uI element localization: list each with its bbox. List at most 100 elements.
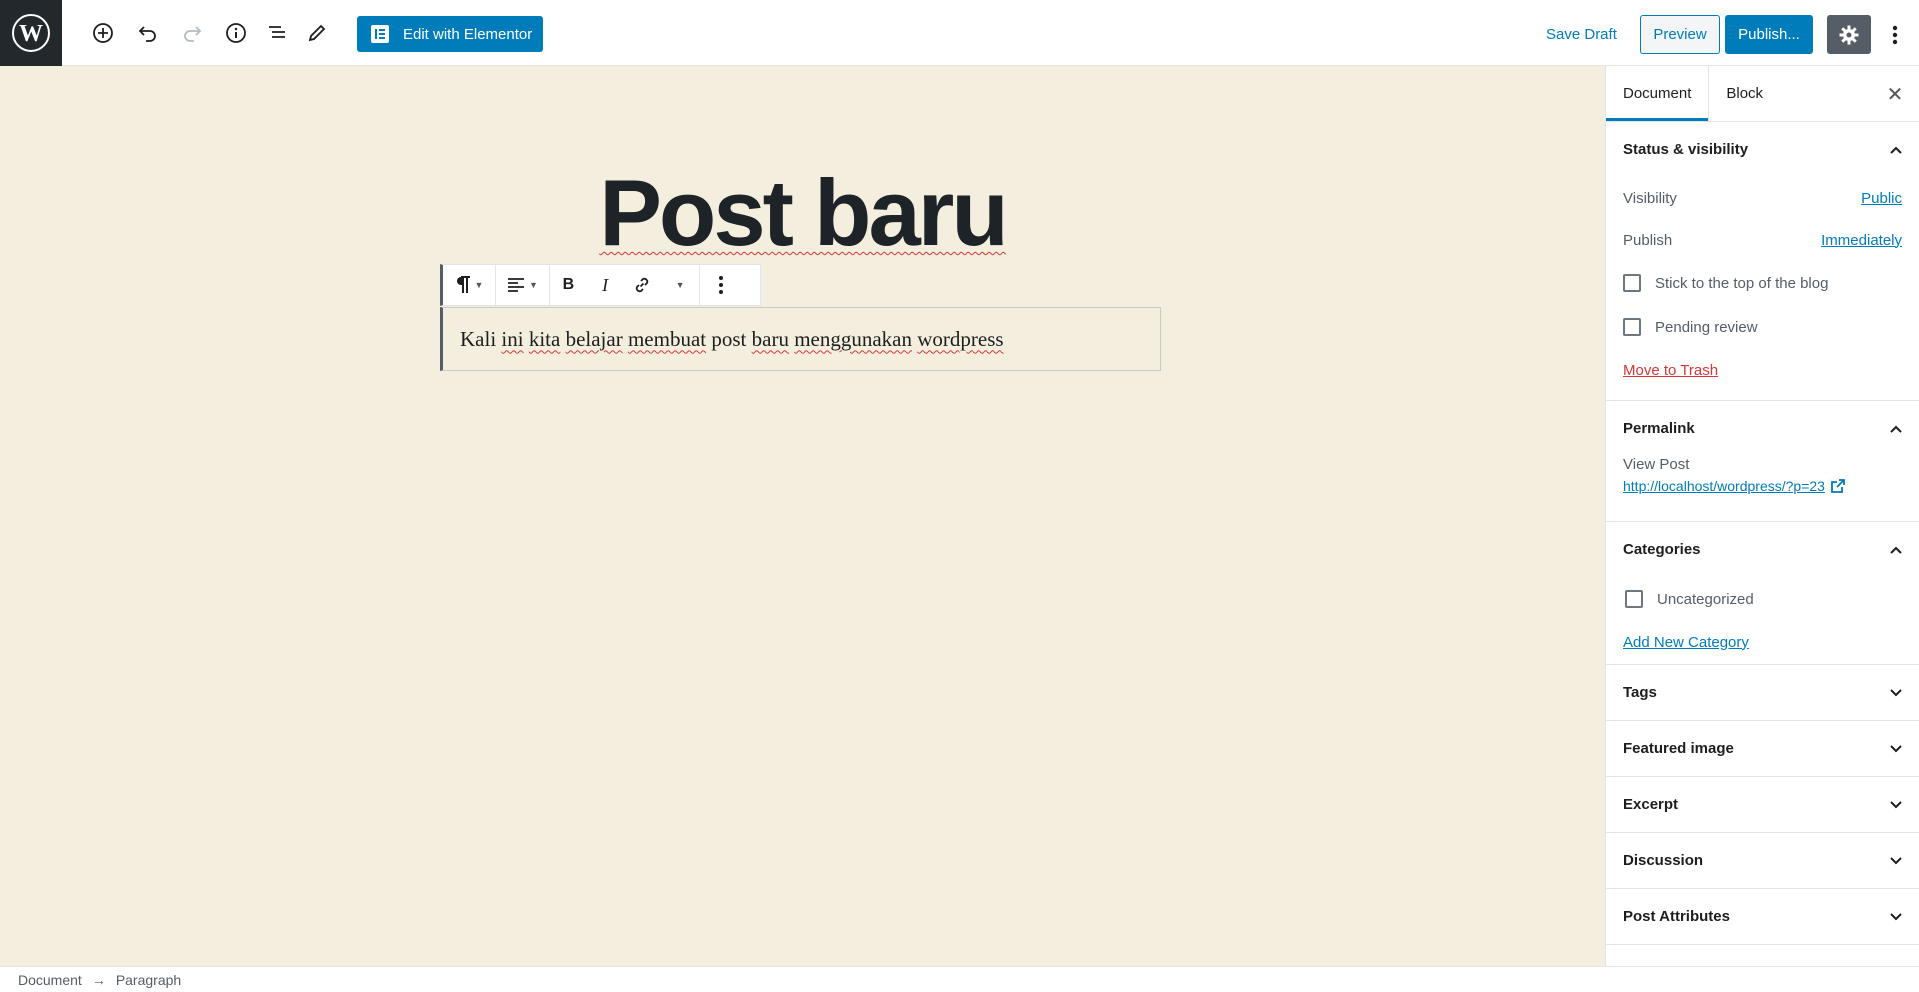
paragraph-word: membuat [627, 326, 707, 351]
featured-image-toggle[interactable]: Featured image [1606, 721, 1919, 776]
paragraph-word: baru [751, 326, 789, 351]
paragraph-word: post [711, 326, 747, 351]
alignment-group: ▼ [496, 265, 550, 305]
edit-mode-icon[interactable] [301, 17, 333, 49]
breadcrumb-paragraph[interactable]: Paragraph [116, 972, 181, 988]
block-type-group: ▼ [443, 265, 496, 305]
pending-review-label: Pending review [1655, 318, 1758, 336]
wordpress-logo-icon[interactable]: W [0, 0, 62, 66]
breadcrumb-separator: → [91, 971, 106, 988]
visibility-label: Visibility [1623, 189, 1677, 207]
visibility-toggle[interactable]: Public [1861, 190, 1902, 207]
featured-image-heading: Featured image [1623, 740, 1734, 757]
trash-row: Move to Trash [1606, 349, 1919, 391]
permalink-toggle[interactable]: Permalink [1606, 401, 1919, 456]
sticky-checkbox[interactable] [1623, 274, 1641, 292]
move-to-trash-button[interactable]: Move to Trash [1623, 362, 1718, 379]
save-draft-button[interactable]: Save Draft [1534, 16, 1629, 52]
post-attributes-panel: Post Attributes [1606, 889, 1919, 945]
chevron-up-icon [1890, 425, 1902, 433]
post-title-text: Post baru [599, 160, 1009, 265]
post-attributes-toggle[interactable]: Post Attributes [1606, 889, 1919, 944]
tags-toggle[interactable]: Tags [1606, 665, 1919, 720]
elementor-icon [371, 25, 389, 43]
info-icon[interactable] [220, 17, 252, 49]
discussion-heading: Discussion [1623, 852, 1704, 869]
publish-date-toggle[interactable]: Immediately [1821, 232, 1902, 249]
tags-heading: Tags [1623, 684, 1657, 701]
publish-row: Publish Immediately [1606, 219, 1919, 261]
tags-panel: Tags [1606, 665, 1919, 721]
permalink-url-row: http://localhost/wordpress/?p=23 [1623, 478, 1902, 494]
discussion-toggle[interactable]: Discussion [1606, 833, 1919, 888]
block-more-options-icon[interactable] [700, 265, 742, 305]
paragraph-word: kita [528, 326, 561, 351]
post-title[interactable]: Post baru [440, 158, 1165, 268]
block-more-group [700, 265, 742, 305]
view-post-label: View Post [1623, 456, 1690, 473]
paragraph-block[interactable]: Kali ini kita belajar membuat post baru … [440, 307, 1161, 371]
permalink-panel: Permalink View Post http://localhost/wor… [1606, 401, 1919, 522]
more-options-icon[interactable] [1880, 15, 1910, 54]
category-label: Uncategorized [1657, 590, 1754, 608]
sidebar-tabs: Document Block ✕ [1606, 66, 1919, 122]
chevron-down-icon [1890, 688, 1902, 696]
status-visibility-panel: Status & visibility Visibility Public Pu… [1606, 122, 1919, 401]
block-breadcrumb: Document → Paragraph [0, 966, 1919, 992]
category-item: Uncategorized [1606, 577, 1919, 621]
add-new-category-link[interactable]: Add New Category [1623, 634, 1749, 651]
align-left-icon[interactable]: ▼ [496, 265, 549, 305]
paragraph-word: ini [501, 326, 524, 351]
caret-down-icon: ▼ [474, 280, 484, 290]
sticky-label: Stick to the top of the blog [1655, 274, 1829, 292]
chevron-up-icon [1890, 146, 1902, 154]
chevron-down-icon [1890, 744, 1902, 752]
pending-review-checkbox[interactable] [1623, 318, 1641, 336]
settings-sidebar: Document Block ✕ Status & visibility Vis… [1605, 66, 1919, 966]
block-toolbar: ▼ ▼ B I ▼ [440, 264, 761, 306]
preview-button[interactable]: Preview [1640, 15, 1720, 54]
link-icon[interactable] [624, 265, 662, 305]
categories-toggle[interactable]: Categories [1606, 522, 1919, 577]
chevron-down-icon [1890, 912, 1902, 920]
status-visibility-heading: Status & visibility [1623, 141, 1749, 158]
chevron-down-icon [1890, 856, 1902, 864]
visibility-row: Visibility Public [1606, 177, 1919, 219]
redo-icon[interactable] [176, 17, 208, 49]
edit-with-elementor-button[interactable]: Edit with Elementor [357, 16, 543, 52]
categories-panel: Categories Uncategorized Add New Categor… [1606, 522, 1919, 665]
permalink-body: View Post http://localhost/wordpress/?p=… [1606, 456, 1919, 494]
tab-document[interactable]: Document [1606, 66, 1710, 121]
categories-heading: Categories [1623, 541, 1701, 558]
format-group: B I ▼ [550, 265, 700, 305]
tab-block[interactable]: Block [1709, 66, 1780, 121]
publish-label: Publish [1623, 231, 1673, 249]
external-link-icon [1831, 479, 1845, 493]
featured-image-panel: Featured image [1606, 721, 1919, 777]
close-icon[interactable]: ✕ [1881, 80, 1909, 108]
block-navigation-icon[interactable] [261, 17, 293, 49]
more-rich-text-caret-icon[interactable]: ▼ [661, 265, 699, 305]
category-checkbox[interactable] [1625, 590, 1643, 608]
excerpt-heading: Excerpt [1623, 796, 1679, 813]
bold-icon[interactable]: B [550, 265, 587, 305]
permalink-link[interactable]: http://localhost/wordpress/?p=23 [1623, 478, 1825, 494]
excerpt-toggle[interactable]: Excerpt [1606, 777, 1919, 832]
paragraph-text[interactable]: Kali ini kita belajar membuat post baru … [460, 327, 1004, 352]
excerpt-panel: Excerpt [1606, 777, 1919, 833]
editor-canvas: Post baru ▼ ▼ B I ▼ Kali ini kita belaja… [0, 66, 1605, 966]
paragraph-word: Kali [460, 326, 497, 351]
publish-button[interactable]: Publish... [1725, 15, 1813, 54]
undo-icon[interactable] [132, 17, 164, 49]
chevron-up-icon [1890, 546, 1902, 554]
settings-gear-icon[interactable] [1827, 15, 1871, 54]
paragraph-word: wordpress [917, 326, 1004, 351]
permalink-heading: Permalink [1623, 420, 1695, 437]
add-block-icon[interactable] [87, 17, 119, 49]
paragraph-word: belajar [565, 326, 623, 351]
paragraph-block-icon[interactable]: ▼ [443, 265, 495, 305]
breadcrumb-document[interactable]: Document [18, 972, 82, 988]
add-category-row: Add New Category [1606, 621, 1919, 663]
status-visibility-toggle[interactable]: Status & visibility [1606, 122, 1919, 177]
italic-icon[interactable]: I [587, 265, 624, 305]
